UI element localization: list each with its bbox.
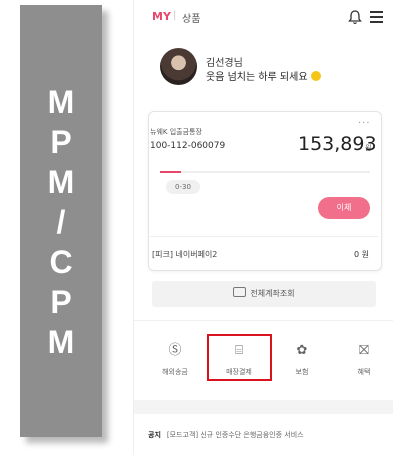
point-value: 0 원 <box>354 250 369 259</box>
hamburger-menu-icon[interactable] <box>370 11 383 23</box>
notice-text: [모드고객] 신규 인증수단 은행금융인증 서비스 <box>166 431 304 439</box>
banner-letter: P <box>50 124 72 160</box>
all-accounts-label: 전체계좌조회 <box>250 289 295 298</box>
notice-label: 공지 <box>148 431 161 439</box>
highlight-box <box>207 334 272 381</box>
card-icon <box>233 287 247 297</box>
balance-unit: 원 <box>365 144 372 152</box>
all-accounts-button[interactable]: 전체계좌조회 <box>152 281 376 307</box>
banner-letter: M <box>47 324 75 360</box>
divider <box>134 320 393 321</box>
quick-menu-insurance[interactable]: ✿ 보험 <box>277 343 327 383</box>
banner-letter: C <box>49 244 73 280</box>
progress-bar <box>160 171 370 173</box>
quick-menu-overseas-remit[interactable]: Ⓢ 해외송금 <box>150 343 200 383</box>
quick-menu-label: 혜택 <box>357 368 371 376</box>
insurance-icon: ✿ <box>296 343 308 358</box>
tab-my[interactable]: MY <box>152 10 171 23</box>
banner-letter: M <box>47 84 75 120</box>
account-tag: 0-30 <box>166 180 200 194</box>
section-spacer <box>134 400 393 414</box>
greeting-text: 웃음 넘치는 하루 되세요 <box>206 72 308 83</box>
banner-letter: P <box>50 284 72 320</box>
quick-menu-benefits[interactable]: ⛝ 혜택 <box>339 343 389 383</box>
account-number: 100-112-060079 <box>150 141 226 151</box>
bell-icon[interactable] <box>348 9 362 25</box>
greeting-message: 웃음 넘치는 하루 되세요 <box>206 68 321 83</box>
avatar[interactable] <box>160 48 197 85</box>
quick-menu-label: 보험 <box>295 368 309 376</box>
banner-letter: M <box>47 164 75 200</box>
app-screen: MY | 상품 김선경님 웃음 넘치는 하루 되세요 뉴웨K 입출금통장 ···… <box>133 0 393 455</box>
smile-emoji-icon <box>310 71 321 81</box>
coin-icon: Ⓢ <box>168 343 182 358</box>
point-label: [피크] 네이버페이2 <box>152 250 218 259</box>
quick-menu-label: 해외송금 <box>162 368 188 376</box>
notice-bar[interactable]: 공지 [모드고객] 신규 인증수단 은행금융인증 서비스 <box>148 430 304 440</box>
progress-fill <box>160 171 181 173</box>
gift-icon: ⛝ <box>359 343 369 358</box>
tab-separator: | <box>173 10 177 21</box>
banner-letter: / <box>56 204 66 240</box>
account-name: 뉴웨K 입출금통장 <box>150 128 202 136</box>
mpm-cpm-banner: M P M / C P M <box>20 5 102 437</box>
more-options-icon[interactable]: ··· <box>358 118 371 129</box>
top-bar: MY | 상품 <box>134 0 393 38</box>
user-name: 김선경님 <box>206 58 243 69</box>
tab-products[interactable]: 상품 <box>182 10 200 25</box>
transfer-button[interactable]: 이체 <box>318 197 370 219</box>
card-divider <box>150 236 378 237</box>
